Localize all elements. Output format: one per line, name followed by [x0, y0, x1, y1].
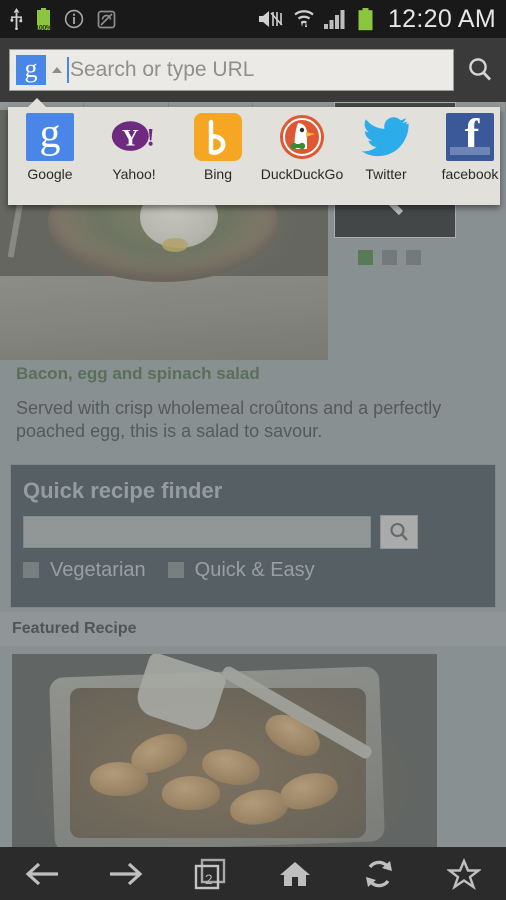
battery-percent-label: 100% — [35, 24, 52, 32]
carousel-dot-2[interactable] — [382, 250, 397, 265]
caret-up-icon[interactable] — [52, 67, 62, 73]
search-engine-popup: g Google Y ! Yahoo! Bing DuckDuckGo Twit… — [8, 107, 500, 205]
url-input-field[interactable]: g Search or type URL — [9, 49, 454, 91]
engine-label: Twitter — [365, 166, 407, 182]
google-icon[interactable]: g — [16, 55, 46, 85]
bookmark-button[interactable] — [422, 847, 506, 900]
checkbox-vegetarian-label[interactable]: Vegetarian — [50, 560, 146, 580]
finder-heading: Quick recipe finder — [23, 478, 223, 503]
engine-option-duckduckgo[interactable]: DuckDuckGo — [260, 107, 344, 205]
checkbox-quick-easy-label[interactable]: Quick & Easy — [195, 560, 315, 580]
url-search-button[interactable] — [454, 38, 506, 102]
search-icon — [469, 58, 492, 81]
usb-icon — [10, 8, 23, 30]
sync-disabled-icon — [97, 10, 116, 29]
back-button[interactable] — [0, 847, 84, 900]
browser-url-bar: g Search or type URL — [0, 38, 506, 102]
hero-description: Served with crisp wholemeal croûtons and… — [16, 398, 442, 441]
hero-caption: Bacon, egg and spinach salad Served with… — [0, 360, 506, 443]
tab-count-label: 2 — [204, 870, 213, 887]
svg-text:!: ! — [146, 124, 154, 151]
status-bar-right-icons: 12:20 AM — [258, 4, 496, 33]
hero-title-link[interactable]: Bacon, egg and spinach salad — [16, 360, 490, 384]
carousel-dot-1[interactable] — [358, 250, 373, 265]
forward-button[interactable] — [84, 847, 168, 900]
google-icon-letter: g — [24, 54, 38, 83]
checkbox-vegetarian[interactable] — [23, 562, 39, 578]
engine-label: facebook — [441, 166, 499, 182]
featured-recipe-heading: Featured Recipe — [12, 620, 137, 637]
carousel-dot-3[interactable] — [406, 250, 421, 265]
svg-text:Y: Y — [122, 124, 139, 150]
twitter-icon — [362, 113, 410, 161]
engine-label: Bing — [203, 166, 233, 182]
star-icon — [446, 857, 481, 890]
clock-label: 12:20 AM — [387, 4, 496, 33]
featured-recipe-image[interactable] — [12, 654, 437, 847]
battery-icon — [357, 7, 374, 31]
text-cursor — [67, 57, 69, 83]
facebook-icon: f — [446, 113, 494, 161]
engine-option-bing[interactable]: Bing — [176, 107, 260, 205]
facebook-icon-letter: f — [464, 113, 480, 159]
home-icon — [280, 861, 311, 886]
info-icon — [64, 9, 84, 29]
engine-label: Google — [27, 166, 73, 182]
engine-option-facebook[interactable]: f facebook — [428, 107, 500, 205]
home-button[interactable] — [253, 847, 337, 900]
search-icon — [390, 522, 408, 541]
arrow-left-icon — [25, 862, 59, 885]
engine-label: Yahoo! — [112, 166, 156, 182]
android-browser-screen: 100% 12:20 AM g Search or type URL Bacon… — [0, 0, 506, 900]
featured-recipe-band: Featured Recipe — [0, 612, 506, 646]
status-bar-left-icons: 100% — [10, 7, 116, 32]
finder-filter-checkboxes: Vegetarian Quick & Easy — [11, 549, 495, 580]
engine-option-twitter[interactable]: Twitter — [344, 107, 428, 205]
url-input-placeholder: Search or type URL — [70, 58, 255, 81]
finder-search-row — [11, 503, 495, 549]
pastry-decor — [162, 776, 220, 810]
hero-yolk-decor — [162, 238, 188, 252]
arrow-right-icon — [110, 862, 143, 885]
duckduckgo-icon — [278, 113, 326, 161]
battery-icon: 100% — [35, 7, 52, 32]
quick-recipe-finder-card: Quick recipe finder Vegetarian Quick & E… — [10, 464, 496, 608]
finder-search-button[interactable] — [380, 515, 418, 549]
checkbox-quick-easy[interactable] — [167, 562, 184, 578]
hero-cloth-decor — [0, 276, 328, 360]
mute-vibrate-icon — [258, 8, 284, 30]
reload-button[interactable] — [337, 847, 421, 900]
bing-icon — [194, 113, 242, 161]
tabs-button[interactable]: 2 — [169, 847, 253, 900]
engine-option-yahoo[interactable]: Y ! Yahoo! — [92, 107, 176, 205]
browser-nav-bar: 2 — [0, 847, 506, 900]
status-bar: 100% 12:20 AM — [0, 0, 506, 38]
engine-option-google[interactable]: g Google — [8, 107, 92, 205]
carousel-dots[interactable] — [358, 250, 421, 265]
google-icon: g — [26, 113, 74, 161]
wifi-icon — [293, 8, 315, 30]
finder-search-input[interactable] — [23, 516, 371, 548]
google-icon-letter: g — [39, 113, 61, 157]
yahoo-icon: Y ! — [110, 113, 158, 161]
engine-popup-pointer — [27, 98, 47, 108]
web-page-content: Bacon, egg and spinach salad Served with… — [0, 102, 506, 847]
engine-label: DuckDuckGo — [260, 166, 344, 182]
refresh-icon — [366, 860, 393, 887]
signal-icon — [323, 8, 348, 30]
